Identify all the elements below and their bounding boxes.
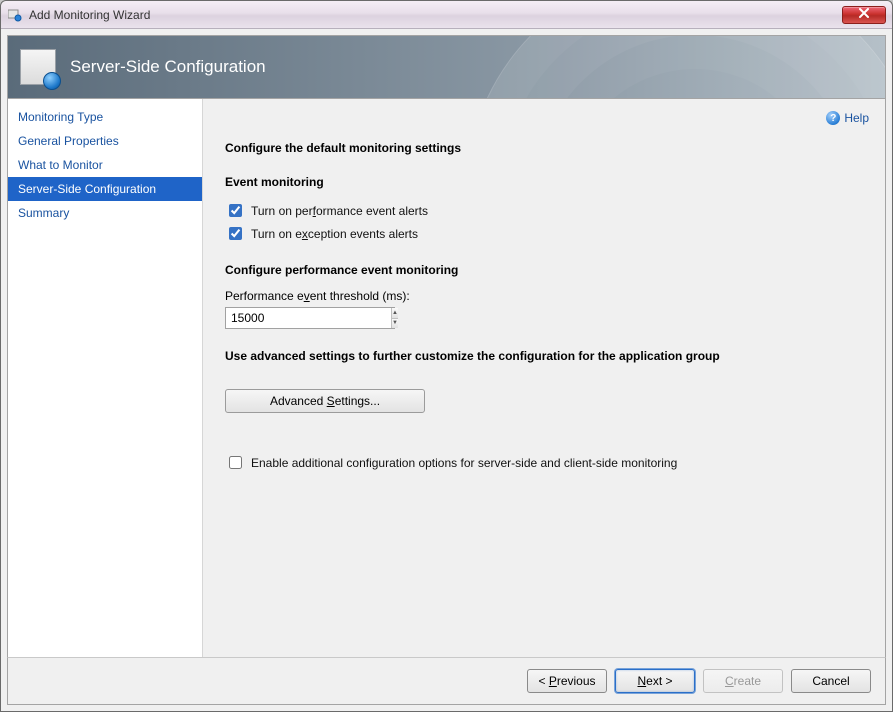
threshold-input[interactable] [226,308,391,328]
banner-icon [20,49,56,85]
enable-additional-row: Enable additional configuration options … [225,453,863,472]
window-title: Add Monitoring Wizard [29,8,150,22]
spin-up-button[interactable]: ▲ [392,308,398,318]
threshold-label: Performance event threshold (ms): [225,289,863,303]
previous-button[interactable]: < Previous [527,669,607,693]
wizard-body: Monitoring Type General Properties What … [7,99,886,657]
cancel-button[interactable]: Cancel [791,669,871,693]
help-link[interactable]: ? Help [826,111,869,125]
wizard-window: Add Monitoring Wizard Server-Side Config… [0,0,893,712]
nav-item-general-properties[interactable]: General Properties [8,129,202,153]
event-monitoring-heading: Event monitoring [225,175,863,189]
nav-item-summary[interactable]: Summary [8,201,202,225]
exc-alerts-label[interactable]: Turn on exception events alerts [251,227,418,241]
create-button: Create [703,669,783,693]
advanced-heading: Use advanced settings to further customi… [225,349,863,363]
titlebar: Add Monitoring Wizard [1,1,892,29]
app-icon [7,7,23,23]
nav-item-what-to-monitor[interactable]: What to Monitor [8,153,202,177]
footer: < Previous Next > Create Cancel [7,657,886,705]
spin-down-button[interactable]: ▼ [392,318,398,329]
spin-buttons: ▲ ▼ [391,308,398,328]
content-panel: ? Help Configure the default monitoring … [203,99,885,657]
nav-item-server-side-configuration[interactable]: Server-Side Configuration [8,177,202,201]
enable-additional-checkbox[interactable] [229,456,242,469]
exc-alerts-checkbox[interactable] [229,227,242,240]
perf-config-heading: Configure performance event monitoring [225,263,863,277]
enable-additional-label[interactable]: Enable additional configuration options … [251,456,677,470]
nav-sidebar: Monitoring Type General Properties What … [8,99,203,657]
next-button[interactable]: Next > [615,669,695,693]
threshold-spinner: ▲ ▼ [225,307,395,329]
help-icon: ? [826,111,840,125]
perf-alerts-checkbox[interactable] [229,204,242,217]
banner-heading: Server-Side Configuration [70,57,266,77]
close-button[interactable] [842,6,886,24]
exc-alerts-row: Turn on exception events alerts [225,224,863,243]
help-label: Help [844,111,869,125]
page-heading: Configure the default monitoring setting… [225,141,863,155]
banner: Server-Side Configuration [7,35,886,99]
banner-swirl-decoration [465,35,886,99]
nav-item-monitoring-type[interactable]: Monitoring Type [8,105,202,129]
perf-alerts-row: Turn on performance event alerts [225,201,863,220]
perf-alerts-label[interactable]: Turn on performance event alerts [251,204,428,218]
advanced-settings-button[interactable]: Advanced Settings... [225,389,425,413]
close-icon [858,8,870,21]
